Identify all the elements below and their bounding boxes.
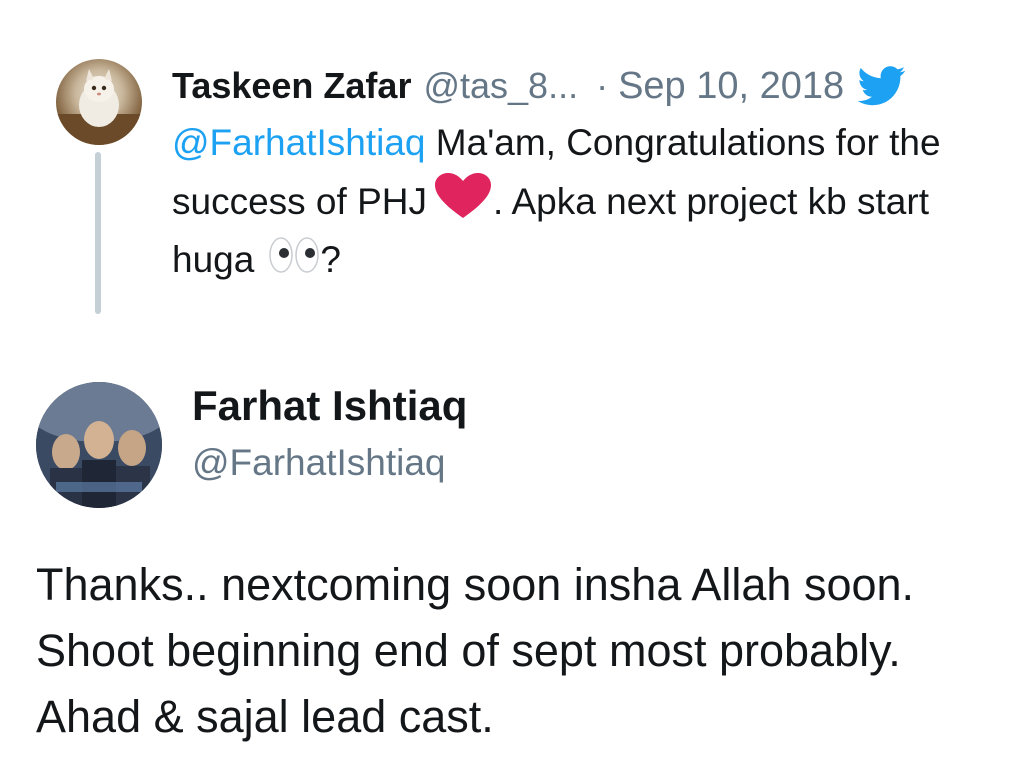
mention-link[interactable]: @FarhatIshtiaq	[172, 122, 426, 163]
parent-author-handle[interactable]: @tas_8...	[423, 65, 578, 107]
poster-avatar-image	[36, 382, 162, 508]
reply-tweet-text: Thanks.. nextcoming soon insha Allah soo…	[36, 559, 915, 742]
reply-avatar[interactable]	[36, 382, 162, 508]
parent-author-name[interactable]: Taskeen Zafar	[172, 65, 411, 107]
header-separator: ·	[596, 65, 609, 106]
parent-text-part-3: ?	[320, 239, 341, 280]
reply-tweet[interactable]: Farhat Ishtiaq @FarhatIshtiaq Thanks.. n…	[0, 340, 1024, 757]
red-heart-icon	[433, 172, 493, 220]
parent-tweet[interactable]: Taskeen Zafar @tas_8... · Sep 10, 2018 @…	[0, 0, 1024, 340]
reply-author-handle[interactable]: @FarhatIshtiaq	[192, 442, 446, 484]
reply-author-name[interactable]: Farhat Ishtiaq	[192, 382, 467, 430]
parent-avatar[interactable]	[56, 59, 142, 145]
twitter-bird-icon[interactable]	[857, 66, 906, 106]
parent-tweet-text: @FarhatIshtiaq Ma'am, Congratulations fo…	[172, 114, 972, 289]
tweet-date[interactable]: Sep 10, 2018	[618, 65, 844, 108]
thread-line	[95, 152, 101, 314]
parent-header: Taskeen Zafar @tas_8... · Sep 10, 2018	[172, 58, 906, 114]
eyes-icon	[268, 233, 320, 273]
cat-avatar-image	[56, 69, 142, 145]
